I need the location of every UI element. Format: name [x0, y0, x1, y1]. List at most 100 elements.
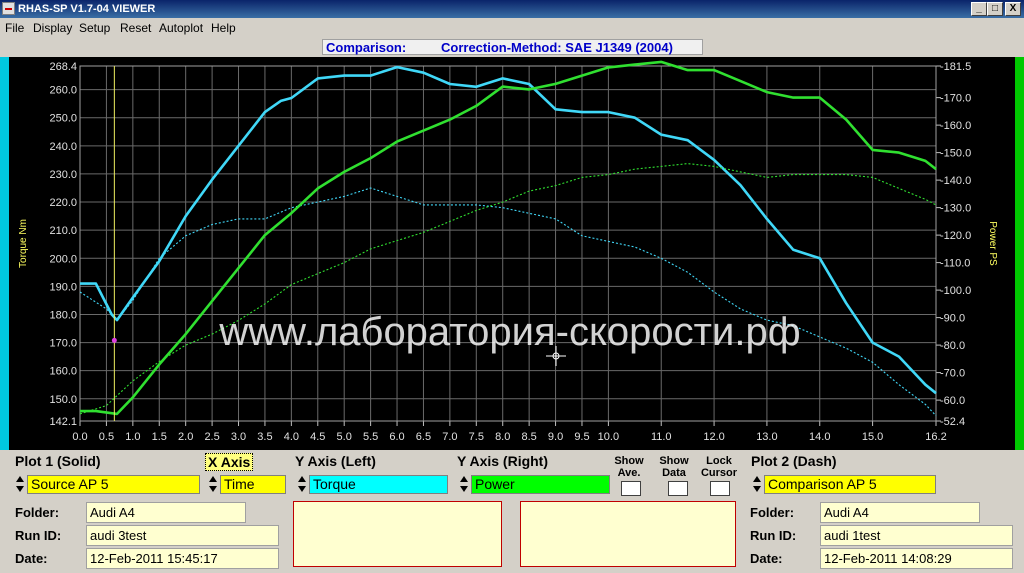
- date-label-right: Date:: [750, 551, 783, 566]
- x-tick-label: 8.5: [521, 431, 536, 443]
- runid-field-right[interactable]: audi 1test: [820, 525, 1013, 546]
- date-label-left: Date:: [15, 551, 48, 566]
- series-line-power-solid: [80, 60, 937, 416]
- xaxis-select[interactable]: Time: [220, 475, 286, 494]
- x-tick-label: 12.0: [703, 431, 724, 443]
- menu-setup[interactable]: Setup: [79, 21, 110, 35]
- x-tick-label: 13.0: [756, 431, 777, 443]
- yaxis-right-select[interactable]: Power: [471, 475, 610, 494]
- yaxis-left-label: Y Axis (Left): [295, 453, 376, 469]
- y-left-tick-label: 268.4: [49, 61, 77, 73]
- show-ave-checkbox[interactable]: [621, 481, 641, 496]
- comparison-label: Comparison:: [326, 40, 407, 55]
- y-left-tick-label: 250.0: [49, 113, 77, 125]
- plot2-spinner[interactable]: [751, 475, 762, 494]
- x-tick-label: 7.5: [469, 431, 484, 443]
- menu-file[interactable]: File: [5, 21, 24, 35]
- folder-label-right: Folder:: [750, 505, 795, 520]
- minimize-button[interactable]: _: [971, 2, 987, 16]
- chart-svg: 0.0 0.5 1.0 1.5 2.0 2.5 3.0 3.5 4.0 4.5 5.0 5.5 6.0 6…: [18, 60, 998, 443]
- chart-area[interactable]: 0.0 0.5 1.0 1.5 2.0 2.5 3.0 3.5 4.0 4.5 5.0 5.5 6.0 6…: [0, 57, 1024, 450]
- x-tick-label: 1.0: [125, 431, 140, 443]
- x-tick-label: 15.0: [862, 431, 883, 443]
- x-tick-label: 2.5: [204, 431, 219, 443]
- plot-frame: [79, 65, 937, 422]
- show-data-checkbox[interactable]: [668, 481, 688, 496]
- x-tick-label: 3.5: [257, 431, 272, 443]
- folder-field-left[interactable]: Audi A4: [86, 502, 246, 523]
- y-left-tick-label: 170.0: [49, 338, 77, 350]
- y-right-tick-label: -60.0: [940, 395, 965, 407]
- x-tick-label: 4.0: [284, 431, 299, 443]
- runid-label-right: Run ID:: [750, 528, 797, 543]
- x-tick-label: 4.5: [310, 431, 325, 443]
- plot1-select[interactable]: Source AP 5: [27, 475, 200, 494]
- x-tick-label: 7.0: [442, 431, 457, 443]
- y-left-tick-label: 260.0: [49, 85, 77, 97]
- y-left-tick-label: 240.0: [49, 141, 77, 153]
- x-tick-label: 6.0: [389, 431, 404, 443]
- x-tick-label: 14.0: [809, 431, 830, 443]
- yaxis-right-label: Y Axis (Right): [457, 453, 549, 469]
- y-left-tick-label: 180.0: [49, 309, 77, 321]
- yaxis-right-spinner[interactable]: [458, 475, 469, 494]
- title-bar: RHAS-SP V1.7-04 VIEWER _ □ X: [0, 0, 1024, 18]
- plot2-select[interactable]: Comparison AP 5: [764, 475, 936, 494]
- y-right-tick-label: -120.0: [940, 230, 971, 242]
- lock-cursor-checkbox[interactable]: [710, 481, 730, 496]
- x-tick-label: 6.5: [416, 431, 431, 443]
- y-left-tick-label: 230.0: [49, 169, 77, 181]
- notes-box-left[interactable]: [293, 501, 502, 567]
- y-right-tick-label: -140.0: [940, 175, 971, 187]
- x-tick-label: 5.0: [337, 431, 352, 443]
- menu-bar: File Display Setup Reset Autoplot Help: [0, 18, 1024, 38]
- plot1-spinner[interactable]: [14, 475, 25, 494]
- folder-field-right[interactable]: Audi A4: [820, 502, 980, 523]
- show-data-label: Show Data: [659, 455, 689, 479]
- y-right-tick-label: -150.0: [940, 148, 971, 160]
- x-tick-label: 1.5: [152, 431, 167, 443]
- watermark-text: www.лаборатория-скорости.рф: [218, 310, 800, 354]
- yaxis-left-select[interactable]: Torque: [309, 475, 448, 494]
- y-right-tick-label: -110.0: [940, 258, 970, 270]
- y-right-tick-label: -100.0: [940, 285, 971, 297]
- date-field-left[interactable]: 12-Feb-2011 15:45:17: [86, 548, 279, 569]
- right-axis-color-strip: [1015, 57, 1024, 450]
- x-tick-label: 2.0: [178, 431, 193, 443]
- folder-label-left: Folder:: [15, 505, 60, 520]
- lock-cursor-label: Lock Cursor: [700, 455, 738, 479]
- menu-reset[interactable]: Reset: [120, 21, 151, 35]
- close-button[interactable]: X: [1005, 2, 1021, 16]
- x-tick-label: 5.5: [363, 431, 378, 443]
- runid-label-left: Run ID:: [15, 528, 62, 543]
- y-right-tick-label: -181.5: [940, 61, 971, 73]
- x-tick-label: 8.0: [495, 431, 510, 443]
- comparison-header: Comparison: Correction-Method: SAE J1349…: [322, 39, 703, 55]
- correction-method: Correction-Method: SAE J1349 (2004): [441, 40, 673, 55]
- y-right-tick-label: -90.0: [940, 313, 965, 325]
- x-tick-label: 0.5: [99, 431, 114, 443]
- y-left-tick-label: 200.0: [49, 253, 77, 265]
- xaxis-label: X Axis: [205, 453, 254, 471]
- y-left-tick-label: 142.1: [49, 416, 77, 428]
- runid-field-left[interactable]: audi 3test: [86, 525, 279, 546]
- show-ave-label: Show Ave.: [614, 455, 644, 479]
- y-right-axis-title: Power PS: [987, 221, 998, 266]
- menu-help[interactable]: Help: [211, 21, 236, 35]
- date-field-right[interactable]: 12-Feb-2011 14:08:29: [820, 548, 1013, 569]
- y-left-tick-label: 150.0: [49, 394, 77, 406]
- yaxis-left-spinner[interactable]: [296, 475, 307, 494]
- maximize-button[interactable]: □: [987, 2, 1003, 16]
- y-left-tick-label: 190.0: [49, 281, 77, 293]
- x-tick-label: 0.0: [72, 431, 87, 443]
- x-tick-label: 16.2: [925, 431, 946, 443]
- xaxis-spinner[interactable]: [207, 475, 218, 494]
- y-right-tick-label: -70.0: [940, 368, 965, 380]
- left-axis-color-strip: [0, 57, 9, 450]
- x-tick-label: 3.0: [231, 431, 246, 443]
- menu-autoplot[interactable]: Autoplot: [159, 21, 203, 35]
- y-left-tick-label: 160.0: [49, 366, 77, 378]
- menu-display[interactable]: Display: [33, 21, 72, 35]
- notes-box-right[interactable]: [520, 501, 736, 567]
- x-tick-label: 9.5: [574, 431, 589, 443]
